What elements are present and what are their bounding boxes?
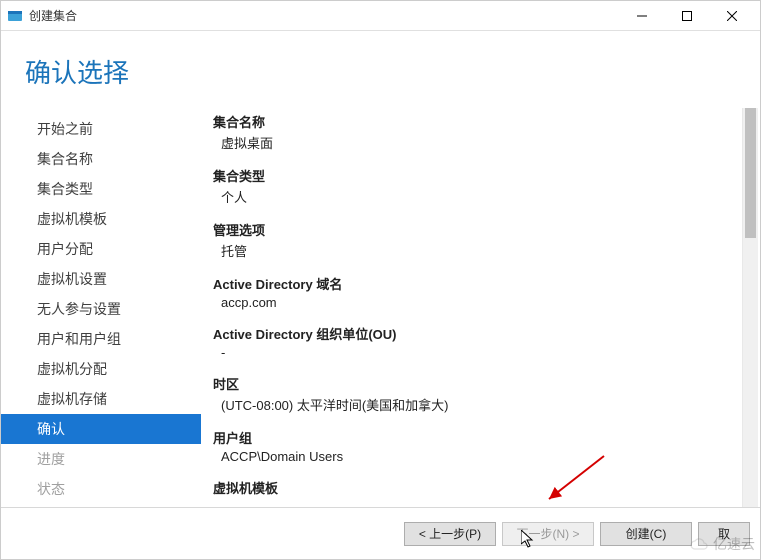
management-options-value: 托管: [213, 241, 732, 260]
step-vm-template[interactable]: 虚拟机模板: [1, 204, 201, 234]
next-button: 下一步(N) >: [502, 522, 594, 546]
timezone-label: 时区: [213, 374, 732, 393]
timezone-value: (UTC-08:00) 太平洋时间(美国和加拿大): [213, 395, 732, 414]
collection-name-label: 集合名称: [213, 112, 732, 131]
step-user-assignment[interactable]: 用户分配: [1, 234, 201, 264]
field-collection-name: 集合名称 虚拟桌面: [213, 112, 732, 152]
step-users-groups[interactable]: 用户和用户组: [1, 324, 201, 354]
collection-name-value: 虚拟桌面: [213, 133, 732, 152]
ad-ou-value: -: [213, 345, 732, 360]
user-group-label: 用户组: [213, 428, 732, 447]
window-title: 创建集合: [29, 7, 619, 24]
app-icon: [7, 8, 23, 24]
wizard-footer: < 上一步(P) 下一步(N) > 创建(C) 取: [1, 507, 760, 559]
titlebar: 创建集合: [1, 1, 760, 31]
step-before-begin[interactable]: 开始之前: [1, 114, 201, 144]
ad-domain-value: accp.com: [213, 295, 732, 310]
body: 开始之前 集合名称 集合类型 虚拟机模板 用户分配 虚拟机设置 无人参与设置 用…: [1, 108, 760, 507]
field-management-options: 管理选项 托管: [213, 220, 732, 260]
confirmation-summary: 集合名称 虚拟桌面 集合类型 个人 管理选项 托管 Active Directo…: [201, 108, 742, 507]
field-collection-type: 集合类型 个人: [213, 166, 732, 206]
create-button[interactable]: 创建(C): [600, 522, 692, 546]
vm-template-label: 虚拟机模板: [213, 478, 732, 497]
scrollbar[interactable]: [742, 108, 758, 507]
wizard-steps-sidebar: 开始之前 集合名称 集合类型 虚拟机模板 用户分配 虚拟机设置 无人参与设置 用…: [1, 108, 201, 507]
step-vm-settings[interactable]: 虚拟机设置: [1, 264, 201, 294]
field-user-group: 用户组 ACCP\Domain Users: [213, 428, 732, 464]
field-ad-domain: Active Directory 域名 accp.com: [213, 274, 732, 310]
step-progress: 进度: [1, 444, 201, 474]
previous-button[interactable]: < 上一步(P): [404, 522, 496, 546]
step-collection-type[interactable]: 集合类型: [1, 174, 201, 204]
minimize-button[interactable]: [619, 2, 664, 30]
step-vm-allocation[interactable]: 虚拟机分配: [1, 354, 201, 384]
ad-domain-label: Active Directory 域名: [213, 274, 732, 293]
collection-type-value: 个人: [213, 187, 732, 206]
maximize-button[interactable]: [664, 2, 709, 30]
cancel-button[interactable]: 取: [698, 522, 750, 546]
window-controls: [619, 2, 754, 30]
step-unattended-settings[interactable]: 无人参与设置: [1, 294, 201, 324]
field-timezone: 时区 (UTC-08:00) 太平洋时间(美国和加拿大): [213, 374, 732, 414]
step-status: 状态: [1, 474, 201, 504]
page-title: 确认选择: [25, 53, 736, 90]
field-vm-template: 虚拟机模板: [213, 478, 732, 497]
collection-type-label: 集合类型: [213, 166, 732, 185]
step-confirmation[interactable]: 确认: [1, 414, 201, 444]
scrollbar-thumb[interactable]: [745, 108, 756, 238]
step-vm-storage[interactable]: 虚拟机存储: [1, 384, 201, 414]
content-wrap: 集合名称 虚拟桌面 集合类型 个人 管理选项 托管 Active Directo…: [201, 108, 760, 507]
close-button[interactable]: [709, 2, 754, 30]
management-options-label: 管理选项: [213, 220, 732, 239]
user-group-value: ACCP\Domain Users: [213, 449, 732, 464]
header: 确认选择: [1, 31, 760, 108]
field-ad-ou: Active Directory 组织单位(OU) -: [213, 324, 732, 360]
step-collection-name[interactable]: 集合名称: [1, 144, 201, 174]
wizard-window: 创建集合 确认选择 开始之前 集合名称 集合类型 虚拟机模板 用户分配 虚拟机设…: [0, 0, 761, 560]
ad-ou-label: Active Directory 组织单位(OU): [213, 324, 732, 343]
